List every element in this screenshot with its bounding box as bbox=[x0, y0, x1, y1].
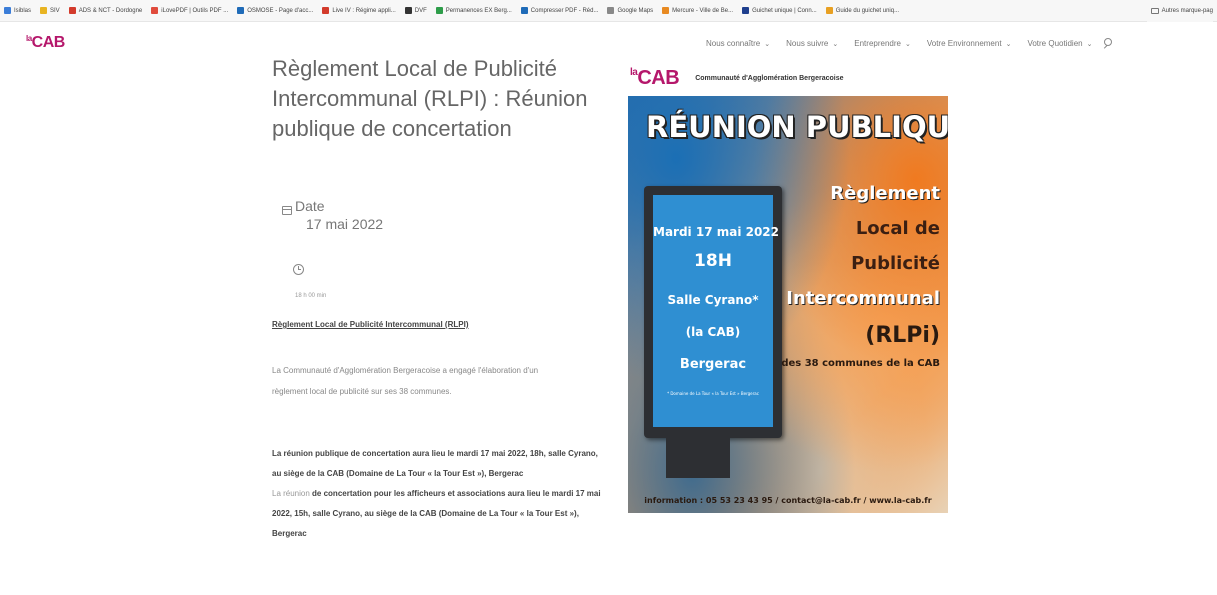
bookmark-favicon-icon bbox=[322, 7, 330, 14]
bookmark-favicon-icon bbox=[68, 7, 76, 14]
date-label: Date bbox=[295, 198, 325, 214]
bookmark-favicon-icon bbox=[4, 7, 11, 14]
billboard-time: 18H bbox=[694, 251, 732, 271]
bookmark-label: Permanences EX Berg... bbox=[445, 7, 512, 14]
nav-label: Nous connaître bbox=[706, 38, 761, 48]
bookmark-label: SIV bbox=[50, 7, 60, 14]
article-intro: La Communauté d'Agglomération Bergeracoi… bbox=[272, 366, 539, 396]
nav-label: Nous suivre bbox=[786, 38, 829, 48]
poster-footer: information : 05 53 23 43 95 / contact@l… bbox=[644, 495, 932, 505]
rlp-line-3: Publicité bbox=[851, 253, 940, 274]
bookmark-label: Compresser PDF - Réd... bbox=[530, 7, 599, 14]
poster-rlp-text: Règlement Local de Publicité Intercommun… bbox=[781, 176, 940, 372]
bookmark-item[interactable]: Mercure - Ville de Be... bbox=[662, 7, 733, 14]
meeting-public: La réunion publique de concertation aura… bbox=[272, 449, 598, 478]
bookmark-favicon-icon bbox=[742, 7, 750, 14]
clock-icon bbox=[293, 264, 304, 275]
rlp-line-2: Local de bbox=[855, 218, 940, 239]
poster-logo: laCAB bbox=[630, 66, 680, 90]
bookmark-item[interactable]: DVF bbox=[404, 7, 427, 14]
chevron-down-icon: ⌄ bbox=[764, 40, 771, 48]
event-poster: RÉUNION PUBLIQUE Mardi 17 mai 2022 18H S… bbox=[628, 96, 948, 513]
bookmark-item[interactable]: Compresser PDF - Réd... bbox=[520, 7, 599, 14]
meeting-pro-intro: La réunion bbox=[272, 489, 310, 498]
chevron-down-icon: ⌄ bbox=[832, 40, 839, 48]
bookmark-favicon-icon bbox=[40, 7, 48, 14]
bookmark-label: iLovePDF | Outils PDF ... bbox=[161, 7, 229, 14]
bookmark-label: Live IV : Régime appli... bbox=[332, 7, 396, 14]
bookmark-item[interactable]: Guide du guichet uniq... bbox=[825, 7, 900, 14]
bookmark-label: ADS & NCT - Dordogne bbox=[78, 7, 143, 14]
rlp-subtitle: des 38 communes de la CAB bbox=[781, 358, 940, 369]
nav-item-nous-suivre[interactable]: Nous suivre ⌄ bbox=[786, 39, 838, 48]
chevron-down-icon: ⌄ bbox=[904, 40, 911, 48]
logo-text: CAB bbox=[31, 34, 66, 51]
bookmark-favicon-icon bbox=[151, 7, 159, 14]
poster-logo-text: CAB bbox=[637, 66, 680, 89]
article-heading: Règlement Local de Publicité Intercommun… bbox=[272, 320, 469, 329]
bookmark-favicon-icon bbox=[520, 7, 528, 14]
bookmark-favicon-icon bbox=[662, 7, 670, 14]
bookmark-item[interactable]: Permanences EX Berg... bbox=[435, 7, 512, 14]
folder-icon bbox=[1150, 8, 1159, 14]
meeting-pro: de concertation pour les afficheurs et a… bbox=[272, 489, 601, 538]
bookmark-label: Isiblas bbox=[14, 7, 32, 14]
bookmarks-bar: Isiblas SIV ADS & NCT - Dordogne iLovePDF |… bbox=[0, 0, 1217, 22]
nav-label: Entreprendre bbox=[854, 38, 901, 48]
bookmark-favicon-icon bbox=[607, 7, 615, 14]
bookmark-label: DVF bbox=[414, 7, 427, 14]
bookmark-item[interactable]: Guichet unique | Conn... bbox=[742, 7, 817, 14]
bookmark-favicon-icon bbox=[435, 7, 443, 14]
rlp-code: (RLPi) bbox=[865, 323, 940, 348]
site-logo[interactable]: laCAB bbox=[26, 34, 65, 52]
billboard-stand bbox=[666, 438, 730, 478]
bookmark-item[interactable]: Google Maps bbox=[607, 7, 653, 14]
bookmark-item[interactable]: Live IV : Régime appli... bbox=[322, 7, 396, 14]
chevron-down-icon: ⌄ bbox=[1086, 40, 1093, 48]
billboard-screen: Mardi 17 mai 2022 18H Salle Cyrano* (la … bbox=[653, 195, 780, 427]
rlp-line-1: Règlement bbox=[830, 183, 940, 204]
bookmark-item[interactable]: SIV bbox=[40, 7, 60, 14]
poster-title: RÉUNION PUBLIQUE bbox=[646, 110, 948, 144]
page-title: Règlement Local de Publicité Intercommun… bbox=[272, 56, 588, 141]
bookmark-favicon-icon bbox=[825, 7, 833, 14]
calendar-icon bbox=[282, 206, 292, 215]
bookmark-item[interactable]: ADS & NCT - Dordogne bbox=[68, 7, 143, 14]
bookmark-item[interactable]: Isiblas bbox=[4, 7, 31, 14]
bookmark-label: OSMOSE - Page d'acc... bbox=[247, 7, 314, 14]
bookmarks-folder[interactable]: Autres marque-pag bbox=[1146, 0, 1213, 22]
billboard-city: Bergerac bbox=[679, 357, 747, 372]
poster-org: Communauté d'Agglomération Bergeracoise bbox=[695, 74, 844, 82]
article-meeting-info: La réunion publique de concertation aura… bbox=[272, 444, 602, 544]
nav-item-votre-quotidien[interactable]: Votre Quotidien ⌄ bbox=[1027, 39, 1092, 48]
bookmark-item[interactable]: iLovePDF | Outils PDF ... bbox=[151, 7, 228, 14]
bookmark-label: Mercure - Ville de Be... bbox=[672, 7, 734, 14]
poster-header: laCAB Communauté d'Agglomération Bergera… bbox=[628, 62, 948, 94]
site-header: laCAB Nous connaître ⌄ Nous suivre ⌄ Entre… bbox=[0, 22, 1217, 62]
time-value: 18 h 00 min bbox=[295, 293, 327, 299]
date-value: 17 mai 2022 bbox=[306, 216, 384, 232]
nav-item-votre-environnement[interactable]: Votre Environnement ⌄ bbox=[927, 39, 1012, 48]
rlp-line-4: Intercommunal bbox=[786, 288, 940, 309]
nav-label: Votre Environnement bbox=[926, 38, 1002, 48]
nav-item-entreprendre[interactable]: Entreprendre ⌄ bbox=[854, 39, 911, 48]
bookmark-item[interactable]: OSMOSE - Page d'acc... bbox=[237, 7, 313, 14]
bookmark-label: Guichet unique | Conn... bbox=[752, 7, 817, 14]
chevron-down-icon: ⌄ bbox=[1005, 40, 1012, 48]
bookmarks-folder-label: Autres marque-pag bbox=[1161, 8, 1213, 14]
bookmark-label: Guide du guichet uniq... bbox=[835, 7, 900, 14]
bookmark-label: Google Maps bbox=[617, 7, 654, 14]
bookmark-favicon-icon bbox=[237, 7, 245, 14]
search-icon[interactable] bbox=[1102, 38, 1113, 48]
bookmark-favicon-icon bbox=[404, 7, 412, 14]
billboard-place: Salle Cyrano* bbox=[667, 293, 759, 307]
billboard-date: Mardi 17 mai 2022 bbox=[653, 225, 780, 239]
nav-label: Votre Quotidien bbox=[1027, 38, 1083, 48]
main-nav: Nous connaître ⌄ Nous suivre ⌄ Entreprendr… bbox=[706, 38, 1113, 48]
billboard: Mardi 17 mai 2022 18H Salle Cyrano* (la … bbox=[644, 186, 782, 438]
billboard-address: * Domaine de La Tour « la Tour Est » Ber… bbox=[667, 391, 759, 396]
nav-item-nous-connaitre[interactable]: Nous connaître ⌄ bbox=[706, 39, 770, 48]
billboard-place-detail: (la CAB) bbox=[685, 325, 741, 339]
